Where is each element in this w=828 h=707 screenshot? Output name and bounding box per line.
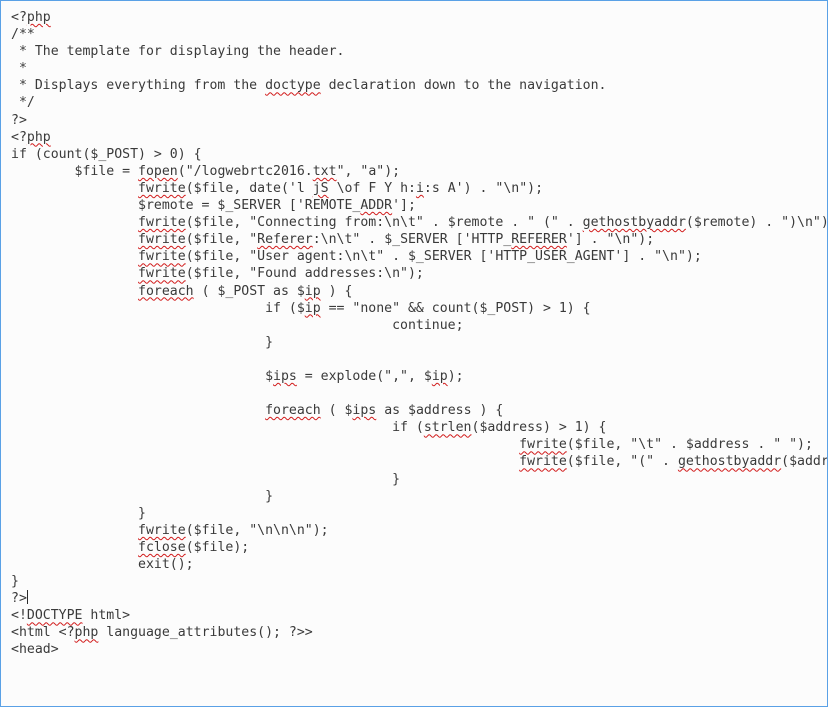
spellcheck-squiggle: fwrite [138, 232, 186, 247]
spellcheck-squiggle: fwrite [138, 249, 186, 264]
spellcheck-squiggle: foreach [265, 403, 321, 418]
spellcheck-squiggle: fwrite [519, 437, 567, 452]
spellcheck-squiggle: fwrite [138, 523, 186, 538]
spellcheck-squiggle: ip [305, 301, 321, 316]
spellcheck-squiggle: ip [305, 284, 321, 299]
text-cursor [27, 590, 28, 604]
spellcheck-squiggle: php [75, 625, 99, 640]
spellcheck-squiggle: doctype [265, 78, 321, 93]
spellcheck-squiggle: ips [352, 403, 376, 418]
spellcheck-squiggle: DOCTYPE [27, 608, 83, 623]
code-content[interactable]: <?php /** * The template for displaying … [11, 9, 817, 659]
spellcheck-squiggle: fopen [138, 164, 178, 179]
spellcheck-squiggle: REFERER [511, 232, 567, 247]
spellcheck-squiggle: php [27, 10, 51, 25]
spellcheck-squiggle: php [27, 130, 51, 145]
spellcheck-squiggle: gethostbyaddr [678, 454, 781, 469]
spellcheck-squiggle: jS [313, 181, 329, 196]
code-editor-viewport[interactable]: <?php /** * The template for displaying … [0, 0, 828, 707]
spellcheck-squiggle: strlen [424, 420, 472, 435]
spellcheck-squiggle: gethostbyaddr [583, 215, 686, 230]
spellcheck-squiggle: fclose [138, 540, 186, 555]
spellcheck-squiggle: fwrite [138, 181, 186, 196]
spellcheck-squiggle: foreach [138, 284, 194, 299]
spellcheck-squiggle: ips [273, 369, 297, 384]
spellcheck-squiggle: i [416, 181, 424, 196]
spellcheck-squiggle: ip [432, 369, 448, 384]
spellcheck-squiggle: fwrite [138, 215, 186, 230]
spellcheck-squiggle: ADDR [360, 198, 392, 213]
spellcheck-squiggle: fwrite [138, 266, 186, 281]
spellcheck-squiggle: txt [313, 164, 337, 179]
spellcheck-squiggle: fwrite [519, 454, 567, 469]
spellcheck-squiggle: Referer [257, 232, 313, 247]
